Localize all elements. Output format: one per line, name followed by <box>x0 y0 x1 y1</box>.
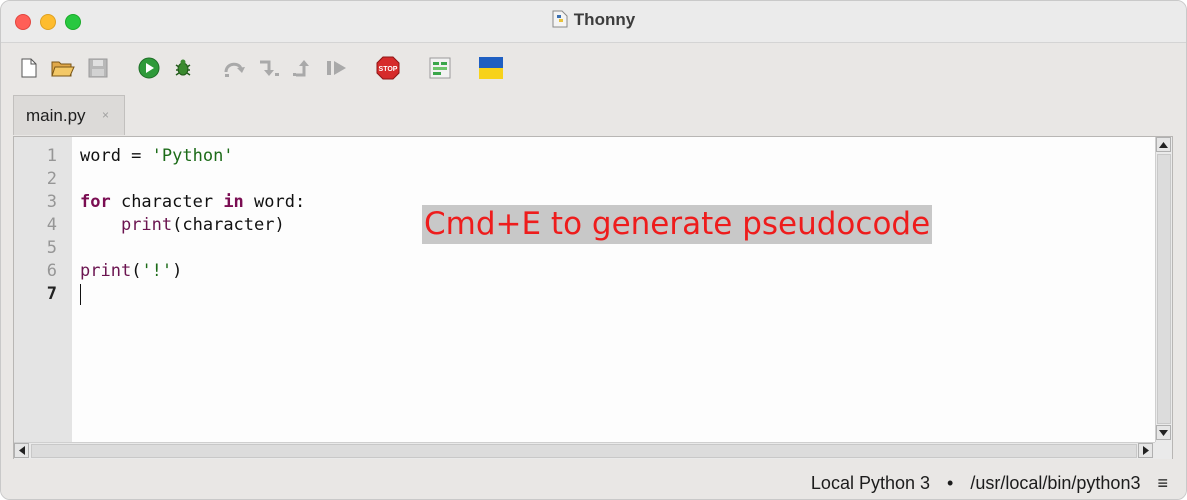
text-cursor <box>80 284 81 305</box>
tab-main-py[interactable]: main.py × <box>13 95 125 135</box>
horizontal-scrollbar[interactable] <box>14 442 1155 459</box>
scroll-left-arrow-icon[interactable] <box>14 443 29 458</box>
current-line-number: 7 <box>46 284 57 304</box>
vertical-scrollbar[interactable] <box>1155 137 1172 442</box>
scroll-right-arrow-icon[interactable] <box>1138 443 1153 458</box>
window-title-text: Thonny <box>573 10 636 29</box>
window-title: Thonny <box>1 10 1186 30</box>
code-token-plain: character <box>110 192 224 212</box>
step-into-icon[interactable] <box>257 56 281 80</box>
code-line[interactable]: print('!') <box>80 260 182 283</box>
line-number: 2 <box>46 169 57 189</box>
code-token-string: 'Python' <box>151 146 234 166</box>
stop-icon[interactable]: STOP <box>376 56 400 80</box>
code-line[interactable]: print(character) <box>80 214 285 237</box>
code-line[interactable]: word = 'Python' <box>80 145 234 168</box>
line-number: 4 <box>46 215 57 235</box>
line-number: 3 <box>46 192 57 212</box>
svg-text:STOP: STOP <box>379 66 398 73</box>
pseudocode-hint-overlay: Cmd+E to generate pseudocode <box>422 205 933 244</box>
status-bar: Local Python 3 • /usr/local/bin/python3 … <box>1 464 1186 499</box>
line-number-gutter: 1 2 3 4 5 6 7 <box>14 137 72 442</box>
title-bar: Thonny <box>1 1 1186 43</box>
interpreter-label[interactable]: Local Python 3 <box>811 473 930 494</box>
scrollbar-corner <box>1155 442 1172 459</box>
ukraine-flag-icon[interactable] <box>479 56 503 80</box>
toolbar: STOP <box>1 43 1186 95</box>
vertical-scroll-thumb[interactable] <box>1157 154 1171 424</box>
line-number: 5 <box>46 238 57 258</box>
code-token-plain: word: <box>243 192 306 212</box>
interpreter-path[interactable]: /usr/local/bin/python3 <box>970 473 1140 494</box>
step-out-icon[interactable] <box>292 56 316 80</box>
run-icon[interactable] <box>137 56 161 80</box>
step-over-icon[interactable] <box>223 56 247 80</box>
scroll-up-arrow-icon[interactable] <box>1156 137 1171 152</box>
tab-label: main.py <box>26 106 86 125</box>
zoom-icon[interactable] <box>428 56 452 80</box>
code-token-builtin: print <box>80 261 132 281</box>
code-token-keyword: in <box>223 192 244 212</box>
thonny-window: Thonny STOP main.py × 1 2 3 4 5 6 7 word… <box>0 0 1187 500</box>
status-separator: • <box>947 473 954 493</box>
scroll-down-arrow-icon[interactable] <box>1156 425 1171 440</box>
tab-close-icon[interactable]: × <box>102 108 109 122</box>
code-token-keyword: for <box>80 192 111 212</box>
code-token-plain: ) <box>172 261 183 281</box>
code-token-plain: (character) <box>172 215 285 235</box>
code-token-string: '!' <box>141 261 173 281</box>
document-icon <box>552 10 568 28</box>
open-file-icon[interactable] <box>51 56 75 80</box>
debug-icon[interactable] <box>171 56 195 80</box>
code-token-plain: word = <box>80 146 152 166</box>
code-line[interactable]: for character in word: <box>80 191 305 214</box>
code-editor[interactable]: 1 2 3 4 5 6 7 word = 'Python' for charact… <box>13 136 1173 459</box>
save-file-icon[interactable] <box>86 56 110 80</box>
line-number: 6 <box>46 261 57 281</box>
code-token-builtin: print <box>120 215 173 235</box>
new-file-icon[interactable] <box>17 56 41 80</box>
hamburger-menu-icon[interactable]: ≡ <box>1157 473 1168 494</box>
code-token-plain: ( <box>131 261 142 281</box>
line-number: 1 <box>46 146 57 166</box>
horizontal-scroll-thumb[interactable] <box>31 444 1137 458</box>
editor-tab-bar: main.py × <box>1 95 1186 136</box>
resume-icon[interactable] <box>325 56 349 80</box>
